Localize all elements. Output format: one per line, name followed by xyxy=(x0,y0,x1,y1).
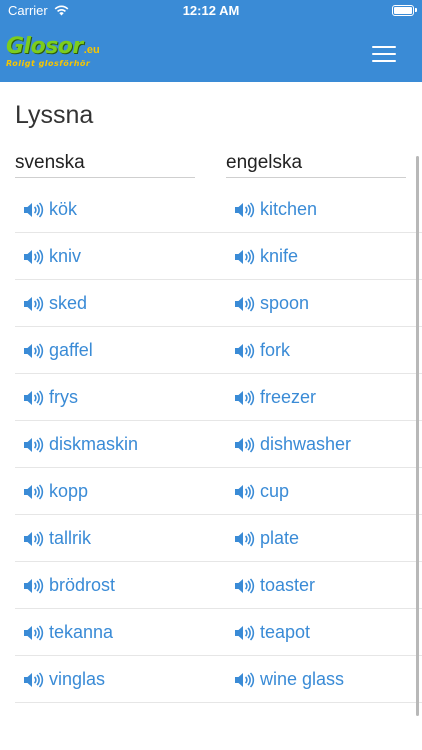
swedish-word-audio-link[interactable]: frys xyxy=(23,387,78,408)
speaker-icon xyxy=(234,342,256,360)
swedish-word: kopp xyxy=(49,481,89,501)
english-word: kitchen xyxy=(260,199,318,219)
speaker-icon xyxy=(234,248,256,266)
logo-domain: .eu xyxy=(83,44,100,56)
swedish-word-audio-link[interactable]: kök xyxy=(23,199,77,220)
english-word: wine glass xyxy=(260,669,345,689)
speaker-icon xyxy=(23,483,45,501)
speaker-icon xyxy=(23,342,45,360)
swedish-word-audio-link[interactable]: kopp xyxy=(23,481,88,502)
english-word: cup xyxy=(260,481,290,501)
speaker-icon xyxy=(23,530,45,548)
speaker-icon xyxy=(234,436,256,454)
word-row: frys freezer xyxy=(15,374,422,421)
swedish-word: vinglas xyxy=(49,669,106,689)
swedish-word-audio-link[interactable]: brödrost xyxy=(23,575,115,596)
main-content: Lyssna svenska engelska kök kitchen kniv kn… xyxy=(0,82,422,750)
status-bar: Carrier 12:12 AM xyxy=(0,0,422,22)
swedish-word-audio-link[interactable]: vinglas xyxy=(23,669,105,690)
logo-wordmark: Glosor xyxy=(6,34,83,59)
speaker-icon xyxy=(234,530,256,548)
swedish-word: gaffel xyxy=(49,340,93,360)
speaker-icon xyxy=(23,389,45,407)
swedish-word-audio-link[interactable]: gaffel xyxy=(23,340,93,361)
speaker-icon xyxy=(23,436,45,454)
menu-icon[interactable] xyxy=(372,46,396,64)
speaker-icon xyxy=(234,483,256,501)
speaker-icon xyxy=(23,624,45,642)
word-row: gaffel fork xyxy=(15,327,422,374)
english-word-audio-link[interactable]: fork xyxy=(234,340,290,361)
word-row: kök kitchen xyxy=(15,186,422,233)
logo-tagline: Roligt glosförhör xyxy=(6,59,91,68)
speaker-icon xyxy=(234,201,256,219)
english-word: knife xyxy=(260,246,299,266)
word-row: tekanna teapot xyxy=(15,609,422,656)
english-word: fork xyxy=(260,340,291,360)
speaker-icon xyxy=(234,295,256,313)
column-header-english: engelska xyxy=(226,152,406,178)
swedish-word: kniv xyxy=(49,246,82,266)
word-row: tallrik plate xyxy=(15,515,422,562)
column-header-swedish: svenska xyxy=(15,152,195,178)
speaker-icon xyxy=(23,201,45,219)
english-word-audio-link[interactable]: toaster xyxy=(234,575,315,596)
word-row: sked spoon xyxy=(15,280,422,327)
swedish-word-audio-link[interactable]: tallrik xyxy=(23,528,91,549)
page-title: Lyssna xyxy=(15,101,94,129)
english-word: freezer xyxy=(260,387,317,407)
speaker-icon xyxy=(234,624,256,642)
scrollbar[interactable] xyxy=(416,156,419,716)
english-word-audio-link[interactable]: knife xyxy=(234,246,298,267)
english-word-audio-link[interactable]: cup xyxy=(234,481,289,502)
english-word-audio-link[interactable]: kitchen xyxy=(234,199,317,220)
english-word: teapot xyxy=(260,622,311,642)
english-word-audio-link[interactable]: wine glass xyxy=(234,669,344,690)
word-row: vinglas wine glass xyxy=(15,656,422,703)
speaker-icon xyxy=(234,671,256,689)
english-word: toaster xyxy=(260,575,316,595)
english-word-audio-link[interactable]: dishwasher xyxy=(234,434,351,455)
speaker-icon xyxy=(23,295,45,313)
speaker-icon xyxy=(23,671,45,689)
speaker-icon xyxy=(234,389,256,407)
status-time: 12:12 AM xyxy=(182,3,240,18)
word-row: kniv knife xyxy=(15,233,422,280)
swedish-word-audio-link[interactable]: sked xyxy=(23,293,87,314)
word-row: diskmaskin dishwasher xyxy=(15,421,422,468)
english-word: plate xyxy=(260,528,300,548)
swedish-word-audio-link[interactable]: tekanna xyxy=(23,622,113,643)
english-word-audio-link[interactable]: freezer xyxy=(234,387,316,408)
swedish-word: frys xyxy=(49,387,78,407)
word-row: brödrost toaster xyxy=(15,562,422,609)
swedish-word: brödrost xyxy=(49,575,116,595)
speaker-icon xyxy=(23,248,45,266)
word-list: kök kitchen kniv knife sked spoon gaffel fork fr… xyxy=(15,186,422,703)
swedish-word: sked xyxy=(49,293,88,313)
english-word: spoon xyxy=(260,293,310,313)
english-word-audio-link[interactable]: teapot xyxy=(234,622,310,643)
english-word-audio-link[interactable]: spoon xyxy=(234,293,309,314)
swedish-word-audio-link[interactable]: kniv xyxy=(23,246,81,267)
english-word-audio-link[interactable]: plate xyxy=(234,528,299,549)
battery-icon xyxy=(392,5,417,16)
english-word: dishwasher xyxy=(260,434,352,454)
speaker-icon xyxy=(23,577,45,595)
top-nav-bar: Glosor.eu Roligt glosförhör xyxy=(0,22,422,82)
swedish-word: tallrik xyxy=(49,528,92,548)
app-logo[interactable]: Glosor.eu Roligt glosförhör xyxy=(6,34,100,69)
word-row: kopp cup xyxy=(15,468,422,515)
swedish-word: kök xyxy=(49,199,78,219)
swedish-word: tekanna xyxy=(49,622,114,642)
swedish-word-audio-link[interactable]: diskmaskin xyxy=(23,434,138,455)
swedish-word: diskmaskin xyxy=(49,434,139,454)
speaker-icon xyxy=(234,577,256,595)
